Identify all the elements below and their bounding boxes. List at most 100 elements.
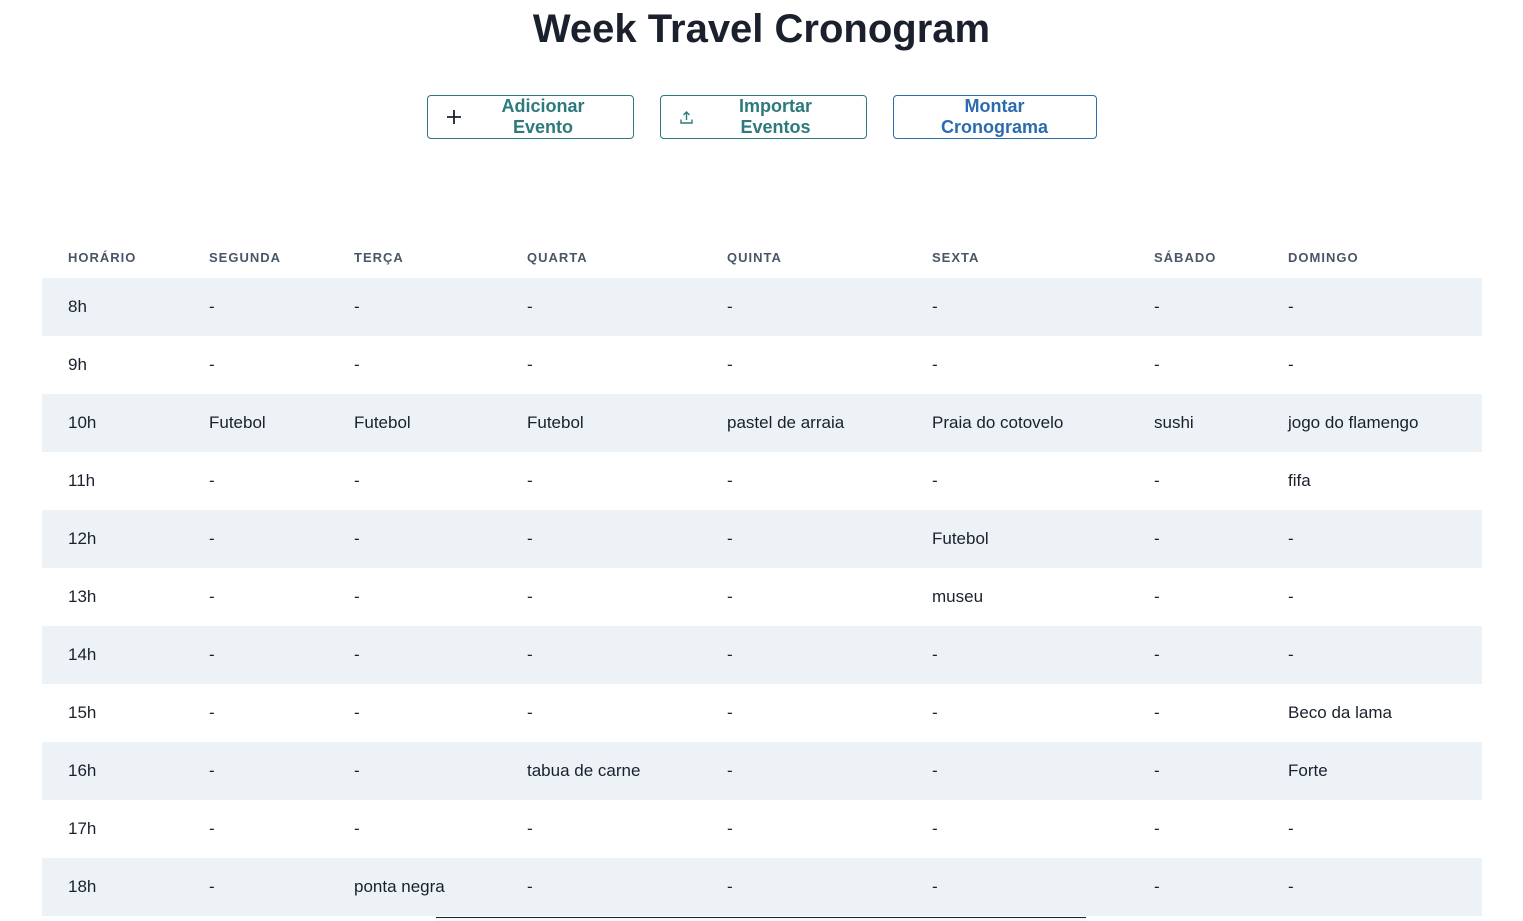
event-cell: - <box>727 703 733 722</box>
time-cell: 11h <box>68 471 96 490</box>
table-header-row: HORÁRIO SEGUNDA TERÇA QUARTA QUINTA SEXT… <box>42 236 1482 278</box>
time-cell: 12h <box>68 529 97 548</box>
time-cell: 9h <box>68 355 87 374</box>
add-event-label: Adicionar Evento <box>501 96 585 137</box>
table-row: 13h - - - - museu - - <box>42 568 1482 626</box>
time-cell: 8h <box>68 297 87 316</box>
event-cell: - <box>527 703 533 722</box>
event-cell: ponta negra <box>354 877 445 896</box>
event-cell: - <box>1154 471 1160 490</box>
event-cell: - <box>1288 529 1294 548</box>
event-cell: - <box>1154 355 1160 374</box>
event-cell: - <box>932 645 938 664</box>
header-sexta: SEXTA <box>932 249 980 265</box>
event-cell: - <box>209 297 215 316</box>
event-cell: - <box>932 761 938 780</box>
table-row: 9h - - - - - - - <box>42 336 1482 394</box>
table-row: 16h - - tabua de carne - - - Forte <box>42 742 1482 800</box>
event-cell: Praia do cotovelo <box>932 413 1064 432</box>
schedule-table-container: HORÁRIO SEGUNDA TERÇA QUARTA QUINTA SEXT… <box>42 236 1482 916</box>
plus-icon <box>446 109 462 125</box>
event-cell: museu <box>932 587 984 606</box>
event-cell: - <box>527 471 533 490</box>
time-cell: 16h <box>68 761 97 780</box>
import-events-button[interactable]: Importar Eventos <box>659 95 867 139</box>
event-cell: - <box>1154 703 1160 722</box>
header-sabado: SÁBADO <box>1154 249 1217 265</box>
event-cell: - <box>1154 819 1160 838</box>
event-cell: - <box>727 297 733 316</box>
time-cell: 18h <box>68 877 97 896</box>
event-cell: tabua de carne <box>527 761 641 780</box>
event-cell: - <box>1288 297 1294 316</box>
event-cell: - <box>727 529 733 548</box>
event-cell: - <box>354 587 360 606</box>
event-cell: - <box>932 297 938 316</box>
event-cell: - <box>727 471 733 490</box>
time-cell: 15h <box>68 703 97 722</box>
event-cell: - <box>1288 645 1294 664</box>
build-schedule-button[interactable]: Montar Cronograma <box>892 95 1097 139</box>
table-row: 10h Futebol Futebol Futebol pastel de arraia… <box>42 394 1482 452</box>
event-cell: - <box>354 471 360 490</box>
table-row: 11h - - - - - - fifa <box>42 452 1482 510</box>
event-cell: - <box>209 645 215 664</box>
event-cell: - <box>727 877 733 896</box>
time-cell: 17h <box>68 819 97 838</box>
page: Week Travel Cronogram Adicionar Evento I… <box>0 0 1523 921</box>
event-cell: Beco da lama <box>1288 703 1392 722</box>
event-cell: - <box>527 819 533 838</box>
header-terca: TERÇA <box>354 249 404 265</box>
schedule-body: 8h - - - - - - - 9h - - - - - - - 10h Futebol Futebol Futeb… <box>42 278 1482 916</box>
event-cell: - <box>932 877 938 896</box>
event-cell: - <box>354 761 360 780</box>
event-cell: - <box>1154 645 1160 664</box>
header-horario: HORÁRIO <box>68 249 137 265</box>
event-cell: - <box>209 819 215 838</box>
event-cell: sushi <box>1154 413 1194 432</box>
event-cell: fifa <box>1288 471 1311 490</box>
event-cell: - <box>1154 877 1160 896</box>
upload-icon <box>679 110 694 125</box>
table-row: 15h - - - - - - Beco da lama <box>42 684 1482 742</box>
table-row: 12h - - - - Futebol - - <box>42 510 1482 568</box>
event-cell: Forte <box>1288 761 1328 780</box>
table-row: 17h - - - - - - - <box>42 800 1482 858</box>
event-cell: jogo do flamengo <box>1288 413 1419 432</box>
event-cell: - <box>527 645 533 664</box>
header-domingo: DOMINGO <box>1288 249 1359 265</box>
event-cell: - <box>354 297 360 316</box>
event-cell: - <box>1154 587 1160 606</box>
event-cell: - <box>1288 587 1294 606</box>
event-cell: - <box>354 819 360 838</box>
add-event-button[interactable]: Adicionar Evento <box>426 95 634 139</box>
event-cell: - <box>354 703 360 722</box>
header-quinta: QUINTA <box>727 249 782 265</box>
event-cell: Futebol <box>354 413 411 432</box>
event-cell: - <box>209 471 215 490</box>
header-quarta: QUARTA <box>527 249 588 265</box>
event-cell: - <box>209 703 215 722</box>
event-cell: - <box>527 587 533 606</box>
table-row: 8h - - - - - - - <box>42 278 1482 336</box>
event-cell: - <box>209 877 215 896</box>
event-cell: - <box>527 877 533 896</box>
event-cell: - <box>727 645 733 664</box>
schedule-table: HORÁRIO SEGUNDA TERÇA QUARTA QUINTA SEXT… <box>42 236 1482 916</box>
time-cell: 13h <box>68 587 97 606</box>
event-cell: - <box>527 355 533 374</box>
event-cell: - <box>932 819 938 838</box>
event-cell: - <box>354 529 360 548</box>
table-row: 18h - ponta negra - - - - - <box>42 858 1482 916</box>
event-cell: - <box>1154 529 1160 548</box>
event-cell: - <box>1154 761 1160 780</box>
event-cell: - <box>209 355 215 374</box>
import-events-label: Importar Eventos <box>738 96 812 137</box>
build-schedule-label: Montar Cronograma <box>940 96 1048 137</box>
event-cell: - <box>727 819 733 838</box>
event-cell: - <box>932 703 938 722</box>
time-cell: 10h <box>68 413 97 432</box>
event-cell: pastel de arraia <box>727 413 845 432</box>
header-segunda: SEGUNDA <box>209 249 282 265</box>
event-cell: - <box>932 471 938 490</box>
